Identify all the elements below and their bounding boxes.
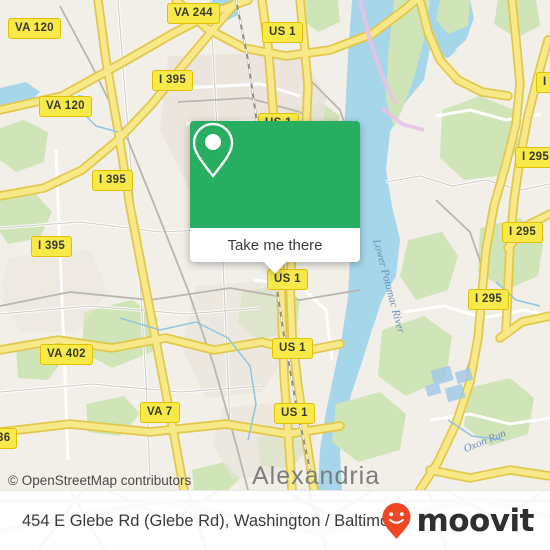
address-label: 454 E Glebe Rd (Glebe Rd), Washington / … — [22, 511, 404, 530]
road-shield-va-402[interactable]: VA 402 — [40, 344, 93, 365]
map-pin-icon — [192, 122, 234, 178]
road-shield-i-295-c[interactable]: I 295 — [468, 289, 510, 310]
card-icon-area — [190, 121, 360, 228]
road-shield-va-7[interactable]: VA 7 — [140, 402, 180, 423]
map-canvas[interactable]: Alexandria Lower Potomac River Oxon Run … — [0, 0, 550, 490]
osm-attribution[interactable]: © OpenStreetMap contributors — [8, 473, 191, 488]
road-shield-va-244[interactable]: VA 244 — [167, 3, 220, 24]
road-shield-partial-right[interactable]: I — [536, 72, 550, 93]
road-shield-va-120-south[interactable]: VA 120 — [39, 96, 92, 117]
road-shield-i-295-b[interactable]: I 295 — [502, 222, 544, 243]
place-label-alexandria: Alexandria — [252, 462, 381, 490]
road-shield-36-partial[interactable]: 36 — [0, 428, 18, 449]
road-shield-i-395-a[interactable]: I 395 — [152, 70, 194, 91]
moovit-pin-smiley-icon — [382, 503, 411, 539]
take-me-there-card[interactable]: Take me there — [190, 121, 360, 274]
road-shield-us-1-a[interactable]: US 1 — [262, 22, 303, 43]
take-me-there-label: Take me there — [227, 236, 323, 254]
moovit-logo[interactable]: moovit — [381, 491, 534, 550]
road-shield-i-395-c[interactable]: I 395 — [31, 236, 73, 257]
card-pointer-triangle — [264, 262, 286, 274]
moovit-wordmark: moovit — [416, 503, 534, 539]
road-shield-i-395-b[interactable]: I 395 — [92, 170, 134, 191]
take-me-there-button[interactable]: Take me there — [190, 228, 360, 262]
moovit-map-screenshot: Alexandria Lower Potomac River Oxon Run … — [0, 0, 550, 550]
bottom-info-bar: 454 E Glebe Rd (Glebe Rd), Washington / … — [0, 490, 550, 550]
road-shield-us-1-e[interactable]: US 1 — [274, 403, 315, 424]
road-shield-i-295-a[interactable]: I 295 — [515, 147, 550, 168]
road-shield-us-1-d[interactable]: US 1 — [272, 338, 313, 359]
road-shield-va-120-north[interactable]: VA 120 — [8, 18, 61, 39]
